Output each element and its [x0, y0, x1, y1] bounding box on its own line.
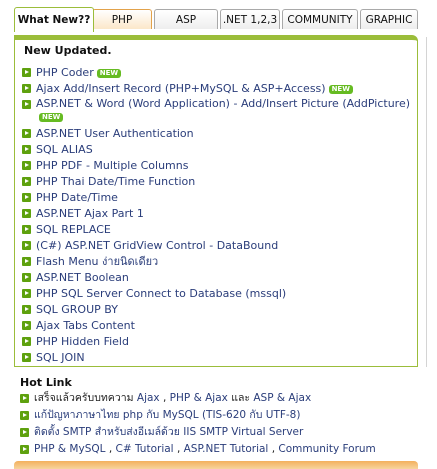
item-link[interactable]: ASP.NET Ajax Part 1	[36, 207, 144, 220]
panel-title: New Updated.	[24, 44, 112, 57]
tab-php[interactable]: PHP	[92, 9, 152, 29]
list-item[interactable]: Ajax Tabs Content	[22, 318, 422, 334]
item-link[interactable]: (C#) ASP.NET GridView Control - DataBoun…	[36, 239, 278, 252]
arrow-bullet-icon	[20, 428, 29, 437]
arrow-bullet-icon	[20, 394, 29, 403]
separator: ,	[271, 443, 276, 455]
tab-asp[interactable]: ASP	[154, 9, 218, 29]
item-link[interactable]: PHP Thai Date/Time Function	[36, 175, 195, 188]
list-item[interactable]: ASP.NET Ajax Part 1	[22, 206, 422, 222]
list-item[interactable]: SQL ALIAS	[22, 142, 422, 158]
list-item[interactable]: PHP Hidden Field	[22, 334, 422, 350]
list-item[interactable]: Flash Menu ง่ายนิดเดียว	[22, 254, 422, 270]
hot-link-item[interactable]: ติดตั้ง SMTP สำหรับส่งอีเมล์ด้วย IIS SMT…	[20, 425, 437, 442]
hot-link-text[interactable]: แก้ปัญหาภาษาไทย php กับ MySQL (TIS-620 ก…	[34, 409, 300, 421]
tab-what-new[interactable]: What New??	[14, 7, 94, 32]
item-link[interactable]: SQL ALIAS	[36, 143, 93, 156]
list-item[interactable]: SQL REPLACE	[22, 222, 422, 238]
aspnet-tutorial-link[interactable]: ASP.NET Tutorial	[184, 443, 269, 455]
item-link[interactable]: PHP Coder	[36, 66, 94, 79]
asp-ajax-link[interactable]: ASP & Ajax	[253, 392, 311, 404]
hot-link-text: เสร็จแล้วครับบทความ	[34, 392, 134, 404]
list-item[interactable]: PHP Thai Date/Time Function	[22, 174, 422, 190]
csharp-tutorial-link[interactable]: C# Tutorial	[116, 443, 174, 455]
tab-dotnet[interactable]: .NET 1,2,3	[220, 9, 280, 29]
arrow-bullet-icon	[20, 445, 29, 454]
list-item[interactable]: SQL JOIN	[22, 350, 422, 366]
item-link[interactable]: PHP Date/Time	[36, 191, 118, 204]
php-ajax-link[interactable]: PHP & Ajax	[170, 392, 228, 404]
arrow-bullet-icon	[22, 209, 31, 218]
list-item[interactable]: Ajax Add/Insert Record (PHP+MySQL & ASP+…	[22, 81, 422, 97]
hot-link-item: เสร็จแล้วครับบทความ Ajax , PHP & Ajax แล…	[20, 391, 437, 408]
item-link[interactable]: PHP PDF - Multiple Columns	[36, 159, 188, 172]
new-badge: NEW	[96, 69, 122, 78]
arrow-bullet-icon	[22, 241, 31, 250]
arrow-bullet-icon	[22, 289, 31, 298]
next-panel-header	[14, 461, 418, 469]
item-link[interactable]: ASP.NET Boolean	[36, 271, 129, 284]
item-link[interactable]: PHP SQL Server Connect to Database (mssq…	[36, 287, 286, 300]
ajax-link[interactable]: Ajax	[137, 392, 160, 404]
arrow-bullet-icon	[22, 305, 31, 314]
panel-shadow	[426, 37, 427, 367]
item-link[interactable]: Flash Menu ง่ายนิดเดียว	[36, 255, 158, 268]
list-item[interactable]: (C#) ASP.NET GridView Control - DataBoun…	[22, 238, 422, 254]
hot-link-item[interactable]: แก้ปัญหาภาษาไทย php กับ MySQL (TIS-620 ก…	[20, 408, 437, 425]
arrow-bullet-icon	[22, 68, 31, 77]
hot-link-title: Hot Link	[20, 376, 72, 389]
tab-graphic[interactable]: GRAPHIC	[360, 9, 418, 29]
tab-community[interactable]: COMMUNITY	[282, 9, 358, 29]
arrow-bullet-icon	[22, 161, 31, 170]
item-link[interactable]: SQL JOIN	[36, 351, 85, 364]
list-item[interactable]: PHP Coder NEW	[22, 65, 422, 81]
item-link[interactable]: ASP.NET User Authentication	[36, 127, 194, 140]
arrow-bullet-icon	[22, 273, 31, 282]
arrow-bullet-icon	[22, 193, 31, 202]
new-updated-list: PHP Coder NEW Ajax Add/Insert Record (PHP…	[22, 65, 422, 366]
community-forum-link[interactable]: Community Forum	[278, 443, 375, 455]
list-item[interactable]: ASP.NET User Authentication	[22, 126, 422, 142]
item-link[interactable]: SQL REPLACE	[36, 223, 111, 236]
list-item[interactable]: ASP.NET & Word (Word Application) - Add/…	[22, 97, 422, 126]
arrow-bullet-icon	[22, 145, 31, 154]
arrow-bullet-icon	[22, 257, 31, 266]
php-mysql-link[interactable]: PHP & MySQL	[34, 443, 105, 455]
separator: ,	[108, 443, 113, 455]
arrow-bullet-icon	[22, 353, 31, 362]
arrow-bullet-icon	[20, 411, 29, 420]
list-item[interactable]: SQL GROUP BY	[22, 302, 422, 318]
arrow-bullet-icon	[22, 337, 31, 346]
and-text: และ	[231, 392, 251, 404]
list-item[interactable]: ASP.NET Boolean	[22, 270, 422, 286]
hot-link-text[interactable]: ติดตั้ง SMTP สำหรับส่งอีเมล์ด้วย IIS SMT…	[34, 426, 303, 438]
hot-link-list: เสร็จแล้วครับบทความ Ajax , PHP & Ajax แล…	[20, 391, 437, 459]
item-link[interactable]: Ajax Add/Insert Record (PHP+MySQL & ASP+…	[36, 82, 326, 95]
arrow-bullet-icon	[22, 177, 31, 186]
list-item[interactable]: PHP SQL Server Connect to Database (mssq…	[22, 286, 422, 302]
separator: ,	[176, 443, 181, 455]
new-badge: NEW	[328, 85, 353, 94]
new-badge: NEW	[39, 113, 64, 122]
separator: ,	[162, 392, 167, 404]
arrow-bullet-icon	[22, 225, 31, 234]
arrow-bullet-icon	[22, 100, 31, 109]
arrow-bullet-icon	[22, 321, 31, 330]
item-link[interactable]: ASP.NET & Word (Word Application) - Add/…	[36, 97, 410, 110]
list-item[interactable]: PHP Date/Time	[22, 190, 422, 206]
hot-link-item: PHP & MySQL , C# Tutorial , ASP.NET Tuto…	[20, 442, 437, 459]
list-item[interactable]: PHP PDF - Multiple Columns	[22, 158, 422, 174]
item-link[interactable]: PHP Hidden Field	[36, 335, 129, 348]
arrow-bullet-icon	[22, 84, 31, 93]
arrow-bullet-icon	[22, 129, 31, 138]
item-link[interactable]: Ajax Tabs Content	[36, 319, 135, 332]
item-link[interactable]: SQL GROUP BY	[36, 303, 118, 316]
